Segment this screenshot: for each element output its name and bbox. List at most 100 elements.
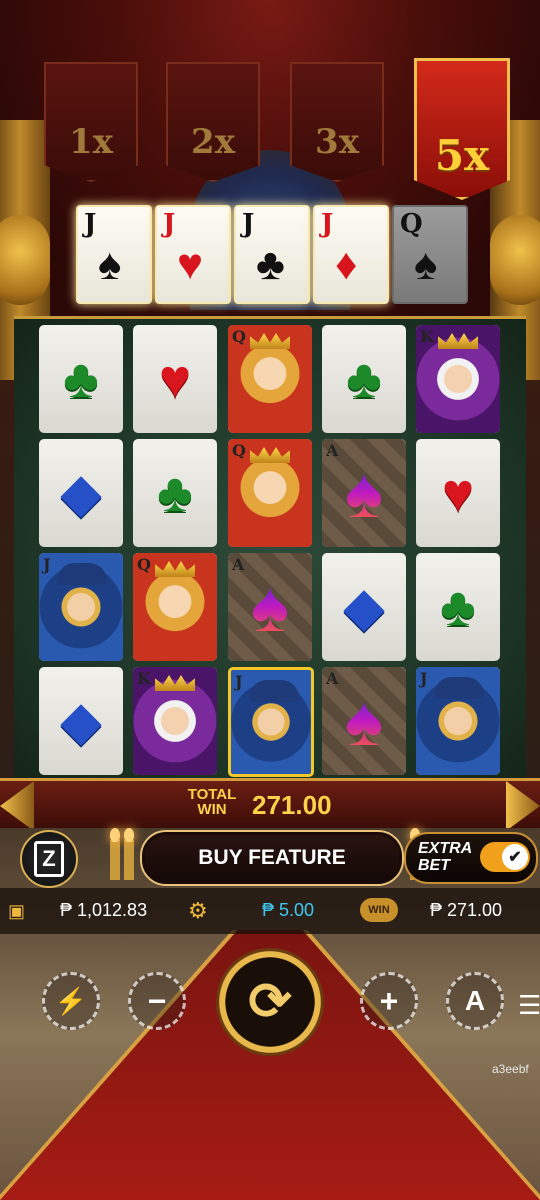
symbol-rank: J xyxy=(420,669,428,688)
last-win-value: ₱ 271.00 xyxy=(430,900,503,920)
gradient-spade-icon: ♠ xyxy=(344,453,384,533)
turbo-icon: Z xyxy=(34,841,64,877)
bet-value: ₱ 5.00 xyxy=(262,900,315,920)
multiplier-label: 1x xyxy=(69,122,113,162)
symbol-ace: A ♠ xyxy=(228,553,312,661)
symbol-queen: Q xyxy=(228,325,312,433)
top-card-suit-icon: ♣ xyxy=(256,240,285,289)
gradient-spade-icon: ♠ xyxy=(344,681,384,761)
heart-icon: ♥ xyxy=(158,349,192,409)
hat-icon xyxy=(57,563,107,585)
multiplier-banner-5x: 5x xyxy=(414,58,510,200)
increase-bet-button[interactable]: + xyxy=(360,972,418,1030)
right-lion-statue xyxy=(490,215,540,305)
symbol-jack: J xyxy=(416,667,500,775)
top-card: Q ♠ xyxy=(392,205,468,304)
candle-left xyxy=(110,828,120,880)
club-icon: ♣ xyxy=(63,349,99,409)
info-bar: ▣ ₱ 1,012.83 ⚙ ₱ 5.00 ₱ 271.00 xyxy=(0,888,540,934)
symbol-king: K xyxy=(416,325,500,433)
win-bar-right-cap xyxy=(506,781,540,831)
multiplier-banner-2x: 2x xyxy=(166,62,260,182)
symbol-rank: A xyxy=(232,555,245,574)
diamond-icon: ◆ xyxy=(60,463,102,523)
symbol-club: ♣ xyxy=(416,553,500,661)
menu-icon[interactable]: ☰ xyxy=(518,990,540,1021)
top-card-suit-icon: ♠ xyxy=(414,240,438,289)
extra-bet-switch[interactable]: ✔ xyxy=(480,842,530,872)
symbol-ace: A ♠ xyxy=(322,439,406,547)
club-icon: ♣ xyxy=(440,577,476,637)
symbol-rank: Q xyxy=(232,327,246,346)
symbol-club: ♣ xyxy=(39,325,123,433)
symbol-diamond: ◆ xyxy=(39,667,123,775)
win-bar-left-cap xyxy=(0,781,34,831)
symbol-king: K xyxy=(133,667,217,775)
symbol-club: ♣ xyxy=(133,439,217,547)
spin-arrows-icon: ⟳ xyxy=(248,973,292,1031)
symbol-rank: K xyxy=(420,327,434,346)
symbol-rank: K xyxy=(137,669,151,688)
multiplier-label: 3x xyxy=(315,122,359,162)
top-card-rank: J xyxy=(321,209,334,239)
bet-settings-icon[interactable]: ⚙ xyxy=(188,898,208,924)
total-win-bar: TOTAL WIN 271.00 xyxy=(0,778,540,834)
symbol-heart: ♥ xyxy=(133,325,217,433)
multiplier-banner-1x: 1x xyxy=(44,62,138,182)
hat-icon xyxy=(434,677,484,699)
quick-spin-off-icon[interactable]: ⚡ xyxy=(42,972,100,1030)
balance-value: ₱ 1,012.83 xyxy=(60,900,148,920)
multiplier-label: 2x xyxy=(191,122,235,162)
extra-bet-label: EXTRA BET xyxy=(418,840,472,874)
check-icon: ✔ xyxy=(502,844,528,870)
symbol-jack: J xyxy=(39,553,123,661)
top-card-rank: Q xyxy=(400,209,423,239)
symbol-queen: Q xyxy=(228,439,312,547)
symbol-diamond: ◆ xyxy=(322,553,406,661)
game-screen: 1x 2x 3x 5x J ♠ J ♥ J ♣ J ♦ Q ♠ ♣ ◆ J ◆ ♥ ♣ Q K Q Q A ♠ J ♣ A ♠ ◆ A ♠ K… xyxy=(0,0,540,1200)
top-card-rank: J xyxy=(163,209,176,239)
spin-button[interactable]: ⟳ xyxy=(216,948,324,1056)
top-card-suit-icon: ♦ xyxy=(335,240,358,289)
symbol-rank: A xyxy=(326,441,339,460)
club-icon: ♣ xyxy=(346,349,382,409)
total-win-label-line1: TOTAL xyxy=(187,786,237,803)
top-card-rank: J xyxy=(242,209,255,239)
symbol-diamond: ◆ xyxy=(39,439,123,547)
top-card-suit-icon: ♠ xyxy=(98,240,122,289)
total-win-label-line2: WIN xyxy=(197,801,227,818)
top-card: J ♥ xyxy=(155,205,231,304)
symbol-rank: J xyxy=(43,555,51,574)
symbol-rank: Q xyxy=(232,441,246,460)
top-card: J ♠ xyxy=(76,205,152,304)
club-icon: ♣ xyxy=(157,463,193,523)
turbo-button[interactable]: Z xyxy=(20,830,78,888)
decrease-bet-button[interactable]: − xyxy=(128,972,186,1030)
symbol-heart: ♥ xyxy=(416,439,500,547)
diamond-icon: ◆ xyxy=(343,577,385,637)
session-code: a3eebf xyxy=(492,1062,529,1076)
win-badge: WIN xyxy=(360,898,398,922)
total-win-amount: 271.00 xyxy=(252,790,332,820)
top-card-rank: J xyxy=(84,209,97,239)
autoplay-button[interactable]: A xyxy=(446,972,504,1030)
symbol-jack: J xyxy=(228,667,314,777)
diamond-icon: ◆ xyxy=(60,691,102,751)
multiplier-banner-3x: 3x xyxy=(290,62,384,182)
top-card: J ♣ xyxy=(234,205,310,304)
symbol-ace: A ♠ xyxy=(322,667,406,775)
symbol-queen: Q xyxy=(133,553,217,661)
heart-icon: ♥ xyxy=(441,463,475,523)
extra-bet-label-line1: EXTRA xyxy=(418,840,473,857)
top-card: J ♦ xyxy=(313,205,389,304)
extra-bet-toggle[interactable]: EXTRA BET ✔ xyxy=(404,832,538,884)
symbol-rank: J xyxy=(235,672,243,691)
gradient-spade-icon: ♠ xyxy=(250,567,290,647)
total-win-label: TOTAL WIN xyxy=(184,787,240,817)
left-lion-statue xyxy=(0,215,50,305)
buy-feature-button[interactable]: BUY FEATURE xyxy=(140,830,404,886)
symbol-rank: Q xyxy=(137,555,151,574)
top-card-suit-icon: ♥ xyxy=(177,240,204,289)
extra-bet-label-line2: BET xyxy=(418,857,450,874)
hat-icon xyxy=(249,680,299,702)
